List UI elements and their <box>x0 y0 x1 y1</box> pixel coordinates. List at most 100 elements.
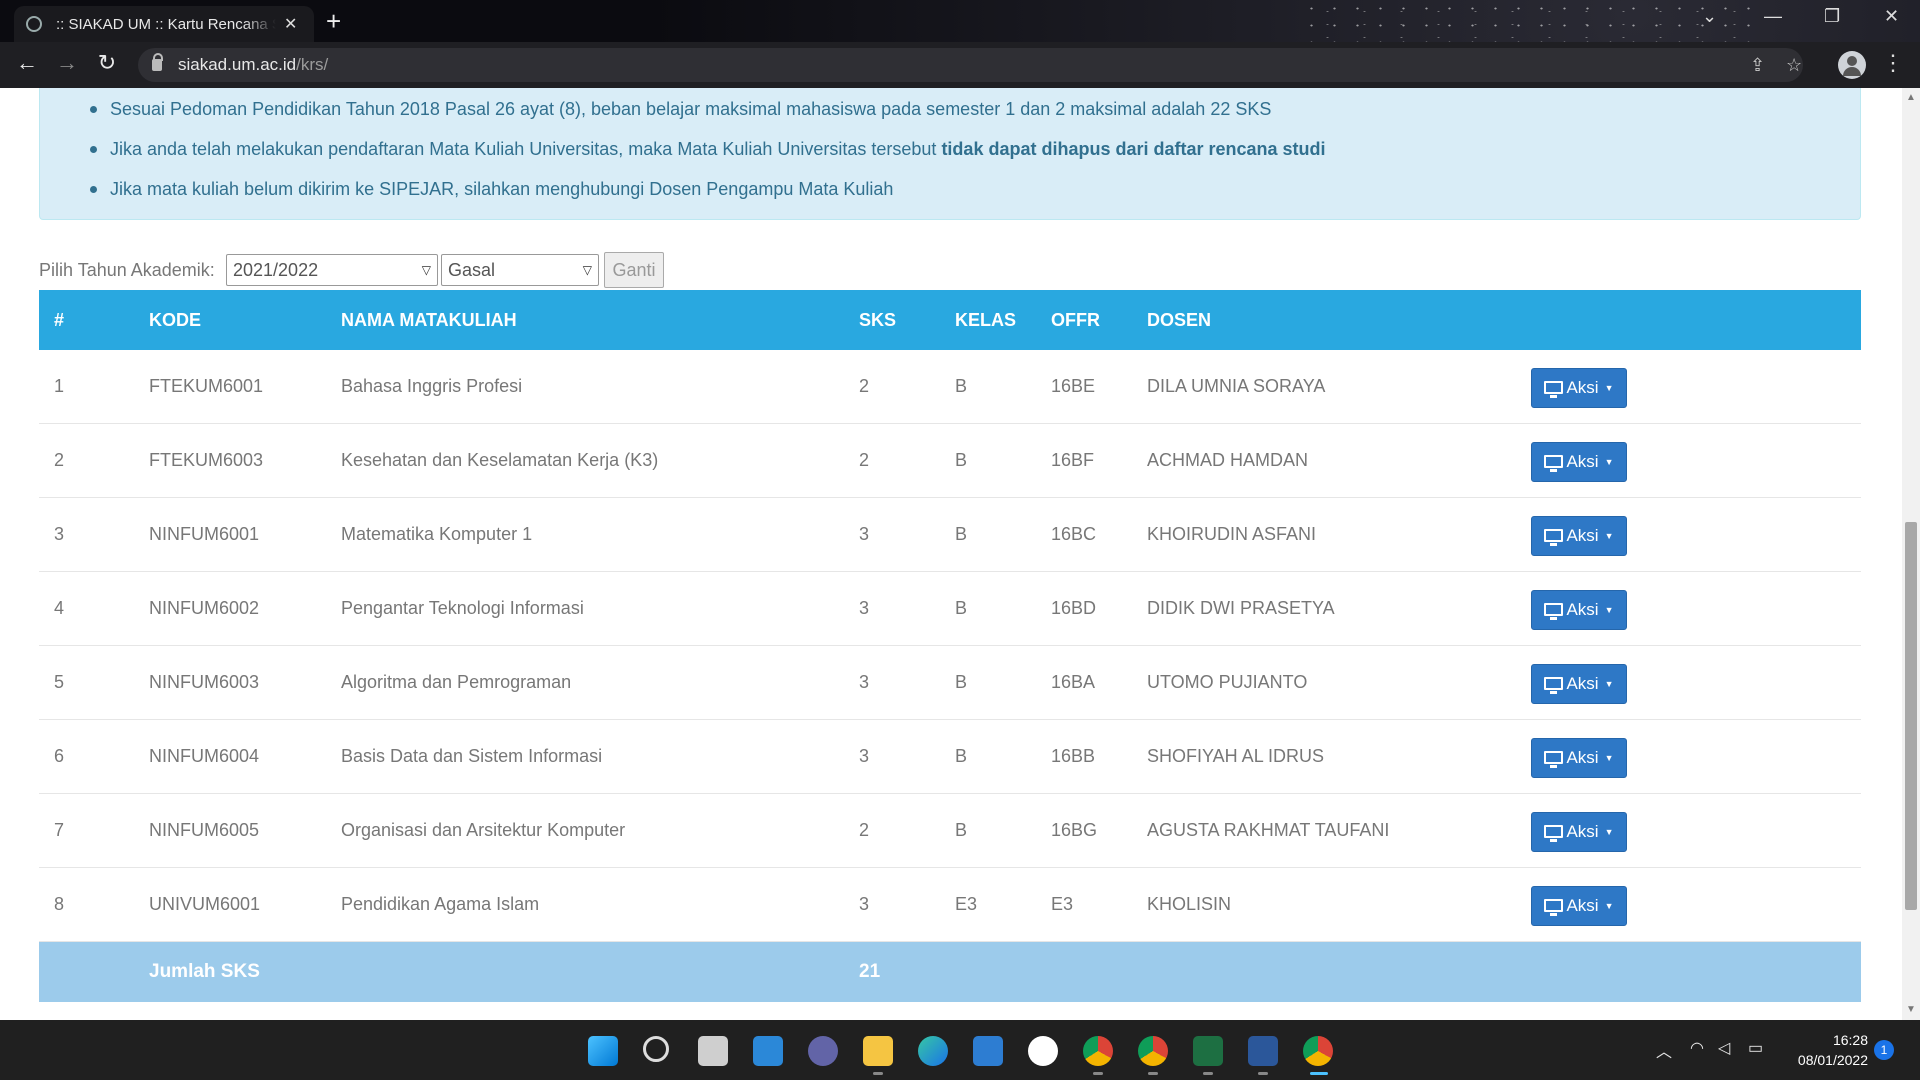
address-bar[interactable]: siakad.um.ac.id/krs/ ⇪ ☆ <box>138 48 1803 82</box>
semester-select-value: Gasal <box>448 259 496 280</box>
table-header: # KODE NAMA MATAKULIAH SKS KELAS OFFR DO… <box>39 290 1861 350</box>
year-select[interactable]: 2021/2022 ▽ <box>226 254 438 286</box>
aksi-button[interactable]: Aksi ▼ <box>1531 442 1627 482</box>
page-scrollbar[interactable]: ▲ ▼ <box>1902 88 1920 1020</box>
excel-icon[interactable] <box>1193 1036 1223 1066</box>
page-viewport: Sesuai Pedoman Pendidikan Tahun 2018 Pas… <box>0 88 1902 1020</box>
tab-search-icon[interactable]: ⌄ <box>1702 6 1717 27</box>
notification-badge[interactable]: 1 <box>1874 1040 1894 1060</box>
info-item: Jika anda telah melakukan pendaftaran Ma… <box>90 129 1326 169</box>
widgets-icon[interactable] <box>753 1036 783 1066</box>
cell-offr: 16BA <box>1051 672 1096 692</box>
ganti-button[interactable]: Ganti <box>604 252 664 288</box>
browser-toolbar: ← → ↻ siakad.um.ac.id/krs/ ⇪ ☆ ⋮ <box>0 42 1920 88</box>
globe-icon <box>26 16 42 32</box>
cell-offr: 16BC <box>1051 524 1097 544</box>
info-item: Sesuai Pedoman Pendidikan Tahun 2018 Pas… <box>90 89 1326 129</box>
edge-icon[interactable] <box>918 1036 948 1066</box>
chat-icon[interactable] <box>808 1036 838 1066</box>
lock-icon[interactable] <box>152 53 163 71</box>
cell-nama: Matematika Komputer 1 <box>341 524 533 544</box>
cell-offr: 16BF <box>1051 450 1095 470</box>
aksi-button[interactable]: Aksi ▼ <box>1531 886 1627 926</box>
aksi-button[interactable]: Aksi ▼ <box>1531 812 1627 852</box>
filter-label: Pilih Tahun Akademik: <box>39 259 215 280</box>
monitor-icon <box>1544 380 1564 398</box>
url-path: /krs/ <box>296 55 329 74</box>
table-row: 8 UNIVUM6001 Pendidikan Agama Islam 3 E3 E3 KH… <box>39 868 1861 942</box>
forward-icon[interactable]: → <box>52 50 82 76</box>
cell-offr: E3 <box>1051 894 1074 914</box>
active-indicator <box>1310 1072 1328 1075</box>
cell-nama: Kesehatan dan Keselamatan Kerja (K3) <box>341 450 659 470</box>
chrome-active-icon[interactable] <box>1303 1036 1333 1066</box>
reload-icon[interactable]: ↻ <box>92 50 122 76</box>
aksi-button[interactable]: Aksi ▼ <box>1531 590 1627 630</box>
cell-dosen: UTOMO PUJIANTO <box>1147 672 1308 692</box>
cell-kelas: B <box>955 820 968 840</box>
steam-icon[interactable] <box>1028 1036 1058 1066</box>
table-row: 1 FTEKUM6001 Bahasa Inggris Profesi 2 B 16BE D… <box>39 350 1861 424</box>
monitor-icon <box>1544 750 1564 768</box>
window-close-icon[interactable]: ✕ <box>1884 6 1899 27</box>
chrome-profile-icon[interactable] <box>1138 1036 1168 1066</box>
cell-sks: 3 <box>859 598 870 618</box>
menu-icon[interactable]: ⋮ <box>1882 50 1904 76</box>
aksi-button[interactable]: Aksi ▼ <box>1531 738 1627 778</box>
cell-no: 2 <box>54 450 65 470</box>
scroll-up-icon[interactable]: ▲ <box>1906 92 1916 103</box>
minimize-icon[interactable]: — <box>1764 6 1782 27</box>
volume-icon[interactable]: ◁ <box>1718 1038 1730 1058</box>
browser-tab[interactable]: :: SIAKAD UM :: Kartu Rencana Studi ✕ <box>14 6 314 42</box>
star-icon[interactable]: ☆ <box>1786 48 1802 82</box>
tray-chevron-icon[interactable]: ︿ <box>1656 1038 1672 1062</box>
cell-kelas: B <box>955 376 968 396</box>
chevron-down-icon: ▽ <box>582 263 592 277</box>
wifi-icon[interactable]: ◠ <box>1690 1038 1704 1058</box>
aksi-label: Aksi <box>1566 674 1599 693</box>
cell-no: 1 <box>54 376 65 396</box>
cell-sks: 3 <box>859 746 870 766</box>
cell-nama: Algoritma dan Pemrograman <box>341 672 572 692</box>
new-tab-button[interactable]: + <box>326 6 341 36</box>
semester-select[interactable]: Gasal ▽ <box>441 254 599 286</box>
chrome-profile-icon[interactable] <box>1083 1036 1113 1066</box>
back-icon[interactable]: ← <box>12 50 42 76</box>
system-clock[interactable]: 16:28 08/01/2022 <box>1788 1030 1868 1070</box>
table-row: 2 FTEKUM6003 Kesehatan dan Keselamatan Ker… <box>39 424 1861 498</box>
cell-kelas: E3 <box>955 894 978 914</box>
aksi-button[interactable]: Aksi ▼ <box>1531 368 1627 408</box>
task-view-icon[interactable] <box>698 1036 728 1066</box>
cell-kode: NINFUM6004 <box>149 746 260 766</box>
share-icon[interactable]: ⇪ <box>1750 48 1765 82</box>
aksi-label: Aksi <box>1566 452 1599 471</box>
mail-icon[interactable] <box>973 1036 1003 1066</box>
scrollbar-thumb[interactable] <box>1905 522 1917 910</box>
cell-no: 7 <box>54 820 65 840</box>
caret-down-icon: ▼ <box>1604 901 1614 911</box>
table-row: 5 NINFUM6003 Algoritma dan Pemrograman 3 B 16… <box>39 646 1861 720</box>
scroll-down-icon[interactable]: ▼ <box>1906 1004 1916 1015</box>
restore-icon[interactable]: ❐ <box>1824 6 1840 27</box>
table-row: 7 NINFUM6005 Organisasi dan Arsitektur Kom… <box>39 794 1861 868</box>
running-indicator <box>1093 1072 1103 1075</box>
caret-down-icon: ▼ <box>1604 457 1614 467</box>
info-list: Sesuai Pedoman Pendidikan Tahun 2018 Pas… <box>90 89 1326 209</box>
close-tab-icon[interactable]: ✕ <box>284 14 297 34</box>
running-indicator <box>1148 1072 1158 1075</box>
cell-offr: 16BB <box>1051 746 1096 766</box>
file-explorer-icon[interactable] <box>863 1036 893 1066</box>
aksi-button[interactable]: Aksi ▼ <box>1531 516 1627 556</box>
profile-icon[interactable] <box>1838 51 1866 79</box>
monitor-icon <box>1544 528 1564 546</box>
aksi-label: Aksi <box>1566 822 1599 841</box>
caret-down-icon: ▼ <box>1604 383 1614 393</box>
word-icon[interactable] <box>1248 1036 1278 1066</box>
table-row: 3 NINFUM6001 Matematika Komputer 1 3 B 16BC KH… <box>39 498 1861 572</box>
battery-icon[interactable]: ▭ <box>1748 1038 1763 1058</box>
year-select-value: 2021/2022 <box>233 259 319 280</box>
cell-dosen: ACHMAD HAMDAN <box>1147 450 1309 470</box>
start-icon[interactable] <box>588 1036 618 1066</box>
search-icon[interactable] <box>643 1036 669 1062</box>
aksi-button[interactable]: Aksi ▼ <box>1531 664 1627 704</box>
